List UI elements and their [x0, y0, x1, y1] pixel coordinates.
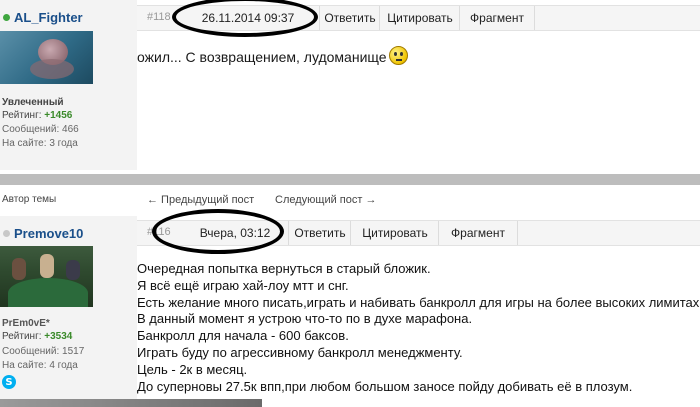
- post2-line: Играть буду по агрессивному банкролл мен…: [137, 344, 463, 360]
- post1-reply-button[interactable]: Ответить: [319, 6, 380, 30]
- post2-fragment-button[interactable]: Фрагмент: [438, 221, 518, 245]
- post1-quote-button[interactable]: Цитировать: [379, 6, 460, 30]
- avatar-person-1: [12, 258, 26, 280]
- skype-icon[interactable]: S: [2, 375, 16, 389]
- post1-onsite: На сайте: 3 года: [2, 138, 78, 149]
- post1-messages: Сообщений: 466: [2, 124, 79, 135]
- onsite-label: На сайте:: [2, 138, 47, 149]
- avatar-person-2: [40, 254, 54, 278]
- post2-line: В данный момент я устрою что-то по в дух…: [137, 311, 473, 327]
- post1-message: ожил... С возвращением, лудоманище: [137, 49, 387, 65]
- post1-avatar[interactable]: [0, 31, 93, 84]
- post-separator: [0, 174, 700, 185]
- rating-label: Рейтинг:: [2, 110, 42, 121]
- post2-onsite: На сайте: 4 года: [2, 360, 78, 371]
- post2-line: До суперновы 27.5к впп,при любом большом…: [137, 378, 633, 394]
- messages-value: 1517: [62, 346, 85, 357]
- post2-reply-button[interactable]: Ответить: [288, 221, 351, 245]
- post1-message-text: ожил... С возвращением, лудоманище: [137, 49, 387, 65]
- post2-line: Банкролл для начала - 600 баксов.: [137, 328, 349, 344]
- rating-value: +1456: [44, 110, 73, 121]
- highlight-ellipse-post2-date: [152, 209, 284, 254]
- onsite-label: На сайте:: [2, 360, 47, 371]
- post2-line: Цель - 2к в месяц.: [137, 361, 248, 377]
- post2-sidebar: [0, 216, 137, 407]
- post2-avatar[interactable]: [0, 246, 93, 307]
- onsite-value: 3 года: [49, 138, 78, 149]
- avatar-person-3: [66, 260, 80, 280]
- offline-status-icon: [3, 230, 10, 237]
- highlight-ellipse-post1-date: [172, 0, 318, 37]
- topic-author-label: Автор темы: [2, 194, 57, 205]
- post2-user-status: PrEm0vE*: [2, 318, 50, 329]
- post1-user-status: Увлеченный: [2, 97, 64, 108]
- rating-value: +3534: [44, 331, 73, 342]
- avatar-figure-body: [30, 59, 74, 79]
- post2-username[interactable]: Premove10: [14, 226, 83, 241]
- post1-username[interactable]: AL_Fighter: [14, 10, 83, 25]
- post2-line: Есть желание много писать,играть и набив…: [137, 294, 700, 310]
- rating-label: Рейтинг:: [2, 331, 42, 342]
- post1-rating: Рейтинг: +1456: [2, 110, 72, 121]
- post2-message: Очередная попытка вернуться в старый бло…: [137, 261, 700, 395]
- messages-label: Сообщений:: [2, 124, 60, 135]
- post2-rating: Рейтинг: +3534: [2, 331, 72, 342]
- online-status-icon: [3, 14, 10, 21]
- post1-fragment-button[interactable]: Фрагмент: [459, 6, 535, 30]
- prev-post-link[interactable]: ← Предыдущий пост: [147, 194, 254, 206]
- bottom-image-strip: [0, 399, 262, 407]
- onsite-value: 4 года: [49, 360, 78, 371]
- post2-line: Очередная попытка вернуться в старый бло…: [137, 261, 431, 276]
- thinking-smiley-icon: [389, 46, 408, 65]
- messages-label: Сообщений:: [2, 346, 60, 357]
- avatar-table: [8, 278, 88, 307]
- post2-quote-button[interactable]: Цитировать: [350, 221, 439, 245]
- next-post-link[interactable]: Следующий пост →: [275, 194, 376, 206]
- post2-line: Я всё ещё играю хай-лоу мтт и снг.: [137, 277, 349, 293]
- post2-messages: Сообщений: 1517: [2, 346, 84, 357]
- post1-number[interactable]: #118: [147, 11, 171, 23]
- messages-value: 466: [62, 124, 79, 135]
